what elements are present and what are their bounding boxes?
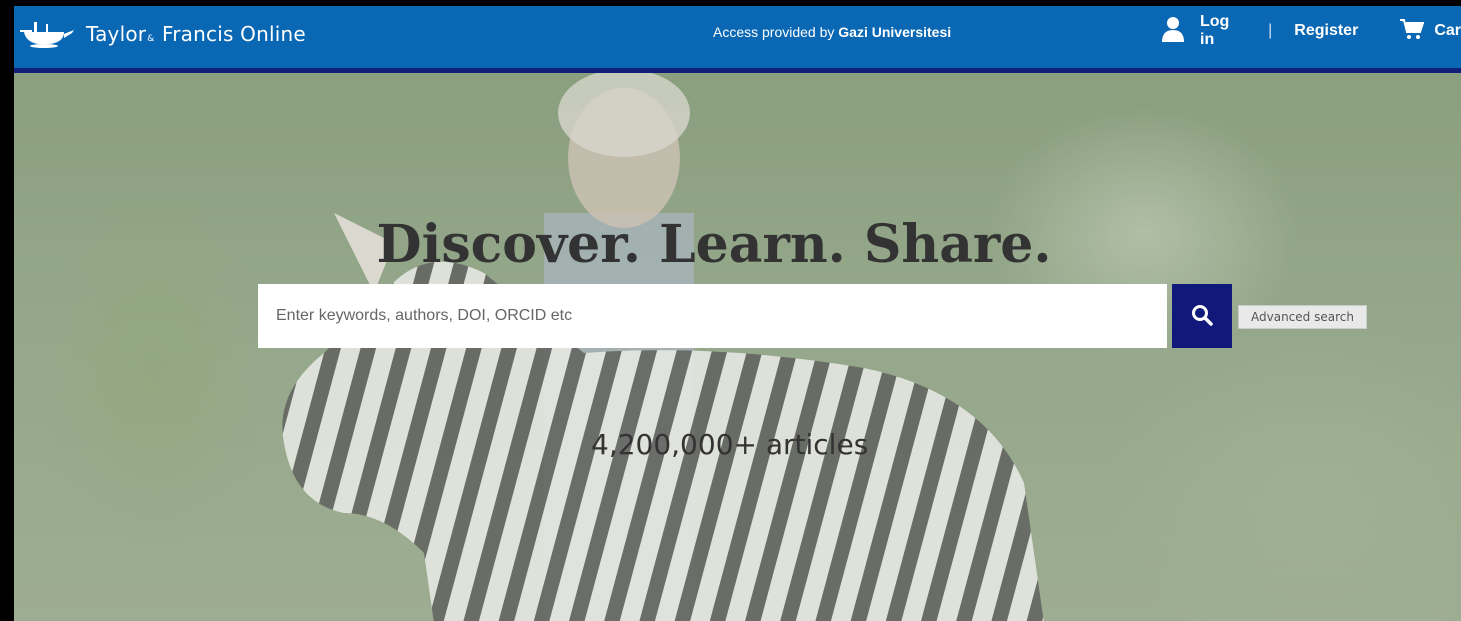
brand-ampersand: &	[147, 34, 155, 44]
search-input[interactable]	[258, 284, 1167, 348]
search-icon	[1191, 304, 1213, 329]
teapot-lamp-icon	[20, 20, 76, 48]
hero-banner: Discover. Learn. Share. Advanced search …	[14, 73, 1461, 621]
separator: |	[1268, 22, 1273, 39]
browser-viewport: Taylor& Francis Online Access provided b…	[14, 6, 1461, 621]
access-institution: Gazi Universitesi	[838, 24, 952, 40]
access-prefix: Access provided by	[713, 24, 839, 40]
hero-headline: Discover. Learn. Share.	[376, 213, 1052, 275]
user-icon	[1162, 16, 1184, 47]
brand-taylor: Taylor	[86, 22, 147, 46]
advanced-search-button[interactable]: Advanced search	[1238, 305, 1367, 329]
brand-name: Taylor& Francis Online	[86, 22, 306, 46]
cart-label: Car	[1434, 22, 1461, 39]
user-links: Log in | Register Car	[1162, 13, 1461, 49]
brand-francis-online: Francis Online	[162, 22, 306, 46]
register-link[interactable]: Register	[1294, 22, 1358, 40]
site-header: Taylor& Francis Online Access provided b…	[14, 6, 1461, 73]
cart-link[interactable]: Car	[1400, 18, 1461, 45]
cart-icon	[1400, 18, 1434, 45]
article-count: 4,200,000+ articles	[591, 428, 869, 461]
access-notice: Access provided by Gazi Universitesi	[713, 24, 951, 40]
site-logo-link[interactable]: Taylor& Francis Online	[20, 14, 306, 54]
search-button[interactable]	[1172, 284, 1232, 348]
login-link[interactable]: Log in	[1200, 13, 1246, 49]
